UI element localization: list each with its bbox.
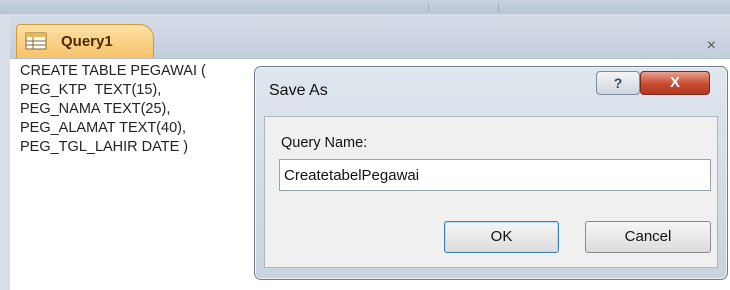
sql-line: PEG_KTP TEXT(15),: [20, 82, 162, 98]
sql-line: CREATE TABLE PEGAWAI (: [20, 63, 206, 79]
strip-divider: [498, 3, 499, 12]
close-icon[interactable]: ×: [707, 38, 716, 54]
dialog-body: Query Name: OK Cancel: [264, 116, 718, 268]
top-strip: [0, 0, 730, 15]
help-button[interactable]: ?: [596, 71, 640, 95]
cancel-button[interactable]: Cancel: [585, 221, 711, 253]
save-as-dialog: Save As ? X Query Name: OK Cancel: [254, 66, 728, 280]
tab-query1[interactable]: Query1: [16, 24, 154, 58]
help-icon: ?: [613, 75, 623, 91]
tab-title: Query1: [61, 33, 113, 50]
query-name-input[interactable]: [279, 159, 711, 191]
sql-line: PEG_NAMA TEXT(25),: [20, 101, 171, 117]
sql-editor[interactable]: CREATE TABLE PEGAWAI ( PEG_KTP TEXT(15),…: [20, 62, 206, 157]
dialog-close-button[interactable]: X: [640, 71, 710, 95]
ok-button[interactable]: OK: [444, 221, 559, 253]
close-icon: X: [669, 74, 680, 91]
sql-line: PEG_ALAMAT TEXT(40),: [20, 120, 186, 136]
document-tab-bar: Query1 ×: [10, 14, 730, 59]
strip-divider: [428, 3, 429, 12]
query-name-label: Query Name:: [281, 135, 368, 151]
dialog-title: Save As: [269, 82, 328, 99]
sql-line: PEG_TGL_LAHIR DATE ): [20, 139, 189, 155]
query-icon: [25, 32, 47, 50]
